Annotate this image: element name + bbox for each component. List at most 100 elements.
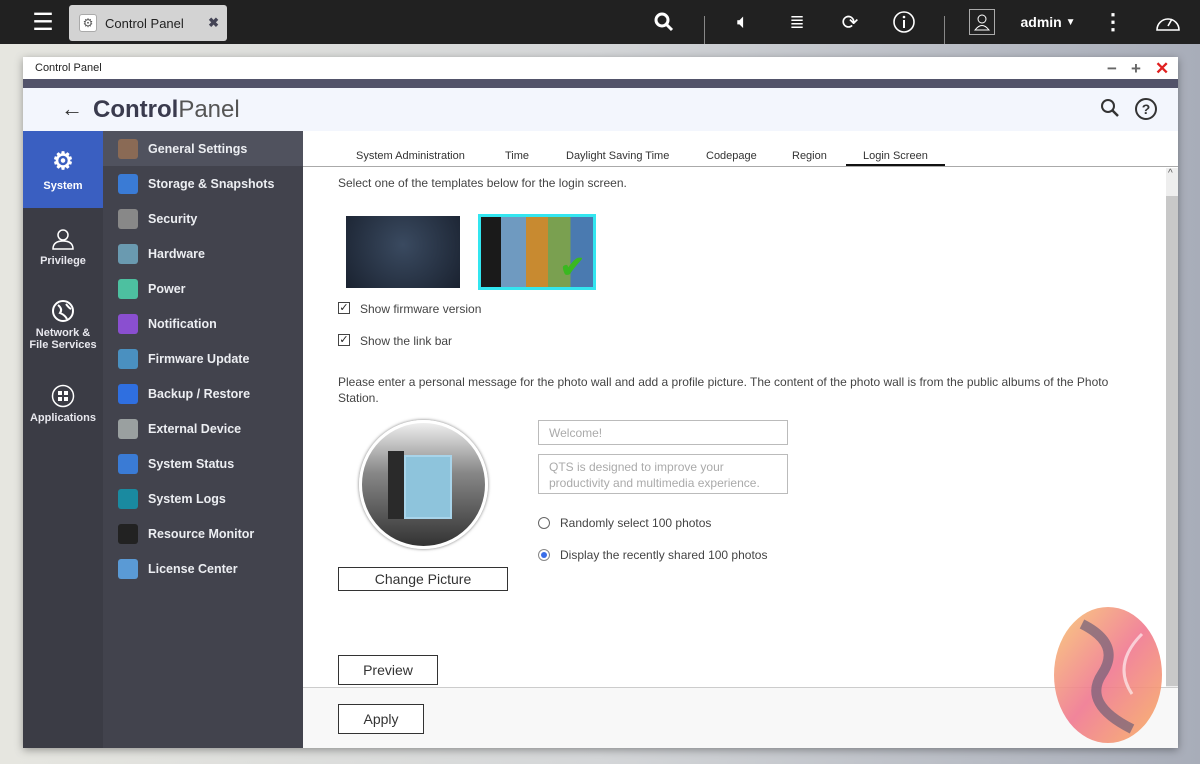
watermark-logo: [1054, 607, 1162, 743]
template-classic[interactable]: [346, 216, 460, 288]
menu-item-label: Security: [148, 211, 198, 226]
title-strip: [23, 79, 1178, 88]
menu-item-system-status[interactable]: System Status: [103, 446, 303, 481]
menu-item-icon: [118, 138, 138, 159]
menu-item-label: Power: [148, 281, 186, 296]
apps-icon: [51, 384, 75, 407]
show-link-bar-checkbox[interactable]: ✓: [338, 334, 350, 346]
taskbar: ☰ ⚙ Control Panel ✖ 🔈︎ ≣ ⟳ admin ▼ ⋮: [0, 0, 1200, 44]
dashboard-icon[interactable]: [1154, 0, 1182, 44]
rail-item-system[interactable]: ⚙ System: [23, 131, 103, 208]
tab-login-screen[interactable]: Login Screen: [846, 150, 945, 166]
user-icon[interactable]: [969, 9, 995, 35]
show-firmware-label: Show firmware version: [360, 302, 482, 316]
menu-item-icon: [118, 243, 138, 264]
menu-item-hardware[interactable]: Hardware: [103, 236, 303, 271]
menu-item-label: System Logs: [148, 491, 226, 506]
gear-icon: ⚙: [79, 14, 97, 32]
close-icon[interactable]: ✖: [208, 15, 219, 31]
menu-item-label: Hardware: [148, 246, 205, 261]
random-photos-label: Randomly select 100 photos: [560, 516, 712, 530]
globe-icon: [52, 300, 74, 322]
random-photos-radio[interactable]: [538, 517, 550, 529]
menu-item-label: Storage & Snapshots: [148, 176, 275, 191]
menu-item-icon: [118, 453, 138, 474]
menu-item-icon: [118, 383, 138, 404]
apply-button[interactable]: Apply: [338, 704, 424, 734]
menu-item-system-logs[interactable]: System Logs: [103, 481, 303, 516]
menu-item-power[interactable]: Power: [103, 271, 303, 306]
volume-icon[interactable]: 🔈︎: [730, 0, 756, 44]
footer-bar: Apply: [303, 687, 1178, 748]
menu-item-icon: [118, 558, 138, 579]
change-picture-button[interactable]: Change Picture: [338, 567, 508, 591]
user-menu[interactable]: admin ▼: [1018, 0, 1078, 44]
category-rail: ⚙ System Privilege Network & File Service…: [23, 131, 103, 748]
menu-item-icon: [118, 348, 138, 369]
content-panel: System Administration Time Daylight Saving…: [303, 131, 1178, 748]
recent-photos-radio[interactable]: [538, 549, 550, 561]
menu-icon[interactable]: ☰: [30, 0, 56, 44]
app-header: ← ControlPanel ?: [23, 88, 1178, 131]
taskbar-tab-control-panel[interactable]: ⚙ Control Panel ✖: [69, 5, 227, 41]
tab-region[interactable]: Region: [792, 150, 827, 162]
back-arrow-icon[interactable]: ←: [61, 96, 83, 122]
search-icon[interactable]: [1100, 98, 1120, 123]
menu-item-label: Resource Monitor: [148, 526, 255, 541]
menu-item-label: External Device: [148, 421, 242, 436]
menu-item-external-device[interactable]: External Device: [103, 411, 303, 446]
welcome-message-input[interactable]: QTS is designed to improve your producti…: [538, 454, 788, 494]
minimize-icon[interactable]: −: [1107, 59, 1117, 79]
tab-daylight-saving-time[interactable]: Daylight Saving Time: [566, 150, 669, 162]
menu-item-resource-monitor[interactable]: Resource Monitor: [103, 516, 303, 551]
more-icon[interactable]: ⋮: [1102, 0, 1124, 44]
template-photo-wall[interactable]: ✔: [478, 214, 596, 290]
control-panel-window: Control Panel − + ✕ ← ControlPanel ? ⚙ Sy…: [23, 57, 1178, 748]
intro-text: Select one of the templates below for th…: [338, 176, 627, 190]
welcome-title-input[interactable]: Welcome!: [538, 420, 788, 445]
menu-item-firmware-update[interactable]: Firmware Update: [103, 341, 303, 376]
menu-item-notification[interactable]: Notification: [103, 306, 303, 341]
tab-time[interactable]: Time: [505, 150, 529, 162]
scrollbar[interactable]: ^: [1166, 168, 1178, 688]
info-icon[interactable]: [892, 0, 916, 44]
menu-item-backup-restore[interactable]: Backup / Restore: [103, 376, 303, 411]
menu-item-icon: [118, 208, 138, 229]
page-title: ControlPanel: [93, 96, 240, 123]
menu-item-label: License Center: [148, 561, 238, 576]
photo-wall-text: Please enter a personal message for the …: [338, 375, 1109, 405]
help-icon[interactable]: ?: [1135, 98, 1157, 120]
sync-icon[interactable]: ⟳: [838, 0, 862, 44]
menu-item-icon: [118, 418, 138, 439]
rail-item-privilege[interactable]: Privilege: [23, 208, 103, 285]
show-firmware-checkbox[interactable]: ✓: [338, 302, 350, 314]
rail-item-applications[interactable]: Applications: [23, 365, 103, 442]
tab-label: Control Panel: [105, 15, 184, 31]
rail-item-network[interactable]: Network & File Services: [23, 285, 103, 365]
menu-item-storage-snapshots[interactable]: Storage & Snapshots: [103, 166, 303, 201]
rail-label: Applications: [29, 411, 96, 424]
username: admin: [1020, 14, 1062, 30]
scrollbar-thumb[interactable]: [1166, 196, 1178, 686]
scroll-up-icon[interactable]: ^: [1168, 168, 1173, 179]
settings-menu: General Settings Storage & Snapshots Secur…: [103, 131, 303, 748]
checkmark-icon: ✔: [559, 251, 585, 284]
rail-label: Network & File Services: [29, 327, 97, 351]
caret-down-icon: ▼: [1065, 16, 1076, 28]
menu-item-license-center[interactable]: License Center: [103, 551, 303, 586]
stack-icon[interactable]: ≣: [786, 0, 808, 44]
tab-system-administration[interactable]: System Administration: [356, 150, 465, 162]
menu-item-icon: [118, 488, 138, 509]
menu-item-general-settings[interactable]: General Settings: [103, 131, 303, 166]
search-icon[interactable]: [652, 0, 676, 44]
menu-item-icon: [118, 523, 138, 544]
gear-icon: ⚙: [52, 148, 74, 175]
maximize-icon[interactable]: +: [1131, 59, 1141, 79]
preview-button[interactable]: Preview: [338, 655, 438, 685]
nas-icon: [388, 451, 404, 519]
tab-codepage[interactable]: Codepage: [706, 150, 757, 162]
recent-photos-label: Display the recently shared 100 photos: [560, 548, 768, 562]
menu-item-label: Notification: [148, 316, 217, 331]
menu-item-security[interactable]: Security: [103, 201, 303, 236]
close-window-icon[interactable]: ✕: [1155, 59, 1169, 79]
